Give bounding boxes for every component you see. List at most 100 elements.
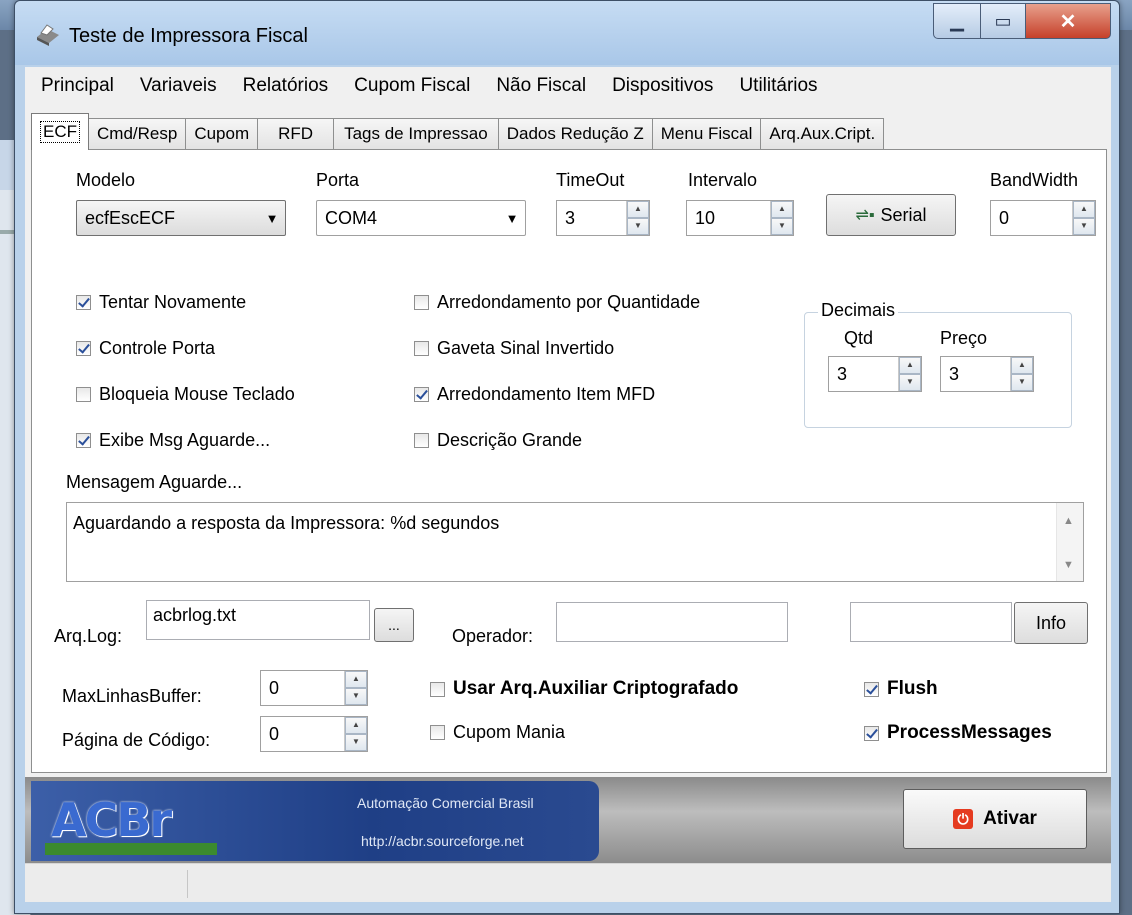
checkbox-label: Arredondamento por Quantidade: [437, 292, 701, 312]
modelo-select[interactable]: ecfEscECF ▼: [76, 200, 286, 236]
arqlog-input[interactable]: acbrlog.txt: [146, 600, 370, 640]
close-icon: ✕: [1059, 10, 1077, 33]
app-window: Teste de Impressora Fiscal ▁ ▭ ✕ Princip…: [14, 0, 1120, 914]
serial-button[interactable]: ⇌▪ Serial: [826, 194, 956, 236]
intervalo-value: 10: [695, 207, 716, 228]
spin-down-icon[interactable]: ▼: [627, 218, 649, 235]
spin-down-icon[interactable]: ▼: [345, 734, 367, 751]
spin-up-icon[interactable]: ▲: [1073, 201, 1095, 218]
menu-dispositivos[interactable]: Dispositivos: [599, 75, 726, 97]
preco-spinner[interactable]: 3 ▲ ▼: [940, 356, 1034, 392]
spin-down-icon[interactable]: ▼: [1073, 218, 1095, 235]
usar-arq-auxiliar-checkbox[interactable]: Usar Arq.Auxiliar Criptografado: [430, 678, 738, 700]
menu-utilitarios[interactable]: Utilitários: [726, 75, 830, 97]
arred-item-mfd-checkbox[interactable]: Arredondamento Item MFD: [414, 384, 655, 405]
mensagem-label: Mensagem Aguarde...: [66, 472, 243, 492]
menu-principal[interactable]: Principal: [25, 75, 127, 97]
ativar-label: Ativar: [983, 808, 1037, 829]
porta-label: Porta: [316, 170, 360, 190]
controle-porta-checkbox[interactable]: Controle Porta: [76, 338, 215, 359]
serial-port-icon: ⇌▪: [855, 207, 875, 224]
browse-button[interactable]: ...: [374, 608, 414, 642]
tab-tags-impressao[interactable]: Tags de Impressao: [333, 118, 499, 149]
tentar-novamente-checkbox[interactable]: Tentar Novamente: [76, 292, 246, 313]
mensagem-text: Aguardando a resposta da Impressora: %d …: [73, 513, 500, 533]
arred-quantidade-checkbox[interactable]: Arredondamento por Quantidade: [414, 292, 700, 313]
vertical-scrollbar[interactable]: ▲ ▼: [1056, 503, 1083, 581]
checkbox-label: Exibe Msg Aguarde...: [99, 430, 271, 450]
window-title: Teste de Impressora Fiscal: [69, 25, 308, 47]
cupom-mania-checkbox[interactable]: Cupom Mania: [430, 722, 565, 743]
close-button[interactable]: ✕: [1026, 3, 1111, 39]
spin-up-icon[interactable]: ▲: [771, 201, 793, 218]
porta-select[interactable]: COM4 ▼: [316, 200, 526, 236]
descricao-grande-checkbox[interactable]: Descrição Grande: [414, 430, 582, 451]
spin-down-icon[interactable]: ▼: [771, 218, 793, 235]
menu-variaveis[interactable]: Variaveis: [127, 75, 230, 97]
tab-arq-aux-cript[interactable]: Arq.Aux.Cript.: [760, 118, 885, 149]
gaveta-invertido-checkbox[interactable]: Gaveta Sinal Invertido: [414, 338, 614, 359]
bandwidth-value: 0: [999, 207, 1010, 228]
mensagem-textarea[interactable]: Aguardando a resposta da Impressora: %d …: [66, 502, 1084, 582]
checkbox-label: ProcessMessages: [887, 722, 1052, 743]
spin-down-icon[interactable]: ▼: [899, 374, 921, 391]
menu-nao-fiscal[interactable]: Não Fiscal: [483, 75, 599, 97]
bloqueia-mouse-checkbox[interactable]: Bloqueia Mouse Teclado: [76, 384, 295, 405]
chevron-down-icon: ▼: [265, 210, 279, 226]
maximize-button[interactable]: ▭: [981, 3, 1026, 39]
timeout-spinner[interactable]: 3 ▲ ▼: [556, 200, 650, 236]
menu-bar: Principal Variaveis Relatórios Cupom Fis…: [25, 67, 1111, 105]
qtd-value: 3: [837, 363, 848, 384]
spin-up-icon[interactable]: ▲: [1011, 357, 1033, 374]
checkbox-label: Arredondamento Item MFD: [437, 384, 656, 404]
arqlog-label: Arq.Log:: [54, 626, 123, 646]
menu-relatorios[interactable]: Relatórios: [230, 75, 342, 97]
info-input[interactable]: [850, 602, 1012, 642]
minimize-button[interactable]: ▁: [933, 3, 981, 39]
spin-down-icon[interactable]: ▼: [1011, 374, 1033, 391]
flush-checkbox[interactable]: Flush: [864, 678, 938, 700]
tab-menu-fiscal[interactable]: Menu Fiscal: [651, 118, 762, 149]
bandwidth-label: BandWidth: [990, 170, 1079, 190]
spin-up-icon[interactable]: ▲: [345, 717, 367, 734]
process-messages-checkbox[interactable]: ProcessMessages: [864, 722, 1052, 744]
logo-tagline: Automação Comercial Brasil: [357, 795, 534, 811]
spin-up-icon[interactable]: ▲: [899, 357, 921, 374]
operador-input[interactable]: [556, 602, 788, 642]
ativar-button[interactable]: ⏻ Ativar: [903, 789, 1087, 849]
qtd-spinner[interactable]: 3 ▲ ▼: [828, 356, 922, 392]
preco-value: 3: [949, 363, 960, 384]
tab-dados-reducao-z[interactable]: Dados Redução Z: [497, 118, 653, 149]
checkbox-label: Usar Arq.Auxiliar Criptografado: [453, 678, 739, 699]
title-bar[interactable]: Teste de Impressora Fiscal ▁ ▭ ✕: [15, 1, 1119, 65]
checkbox-label: Descrição Grande: [437, 430, 583, 450]
spin-down-icon[interactable]: ▼: [345, 688, 367, 705]
preco-label: Preço: [940, 328, 988, 348]
porta-value: COM4: [325, 207, 378, 228]
tab-cmd-resp[interactable]: Cmd/Resp: [88, 118, 187, 149]
status-separator: [187, 870, 188, 898]
pagina-codigo-spinner[interactable]: 0 ▲ ▼: [260, 716, 368, 752]
tab-rfd[interactable]: RFD: [257, 118, 335, 149]
bandwidth-spinner[interactable]: 0 ▲ ▼: [990, 200, 1096, 236]
chevron-down-icon: ▼: [505, 210, 519, 226]
checkbox-label: Cupom Mania: [453, 722, 566, 742]
modelo-value: ecfEscECF: [85, 207, 176, 228]
menu-cupom-fiscal[interactable]: Cupom Fiscal: [341, 75, 483, 97]
logo-url: http://acbr.sourceforge.net: [361, 833, 524, 849]
pagina-codigo-label: Página de Código:: [62, 730, 211, 750]
status-bar: [25, 863, 1111, 902]
maxlinhas-label: MaxLinhasBuffer:: [62, 686, 202, 706]
spin-up-icon[interactable]: ▲: [345, 671, 367, 688]
spin-up-icon[interactable]: ▲: [627, 201, 649, 218]
maximize-icon: ▭: [994, 10, 1012, 31]
tab-ecf[interactable]: ECF: [31, 113, 89, 150]
tab-cupom[interactable]: Cupom: [185, 118, 259, 149]
checkbox-label: Bloqueia Mouse Teclado: [99, 384, 295, 404]
intervalo-spinner[interactable]: 10 ▲ ▼: [686, 200, 794, 236]
maxlinhas-spinner[interactable]: 0 ▲ ▼: [260, 670, 368, 706]
scroll-up-icon[interactable]: ▲: [1063, 515, 1074, 527]
scroll-down-icon[interactable]: ▼: [1063, 559, 1074, 571]
exibe-msg-checkbox[interactable]: Exibe Msg Aguarde...: [76, 430, 270, 451]
info-button[interactable]: Info: [1014, 602, 1088, 644]
